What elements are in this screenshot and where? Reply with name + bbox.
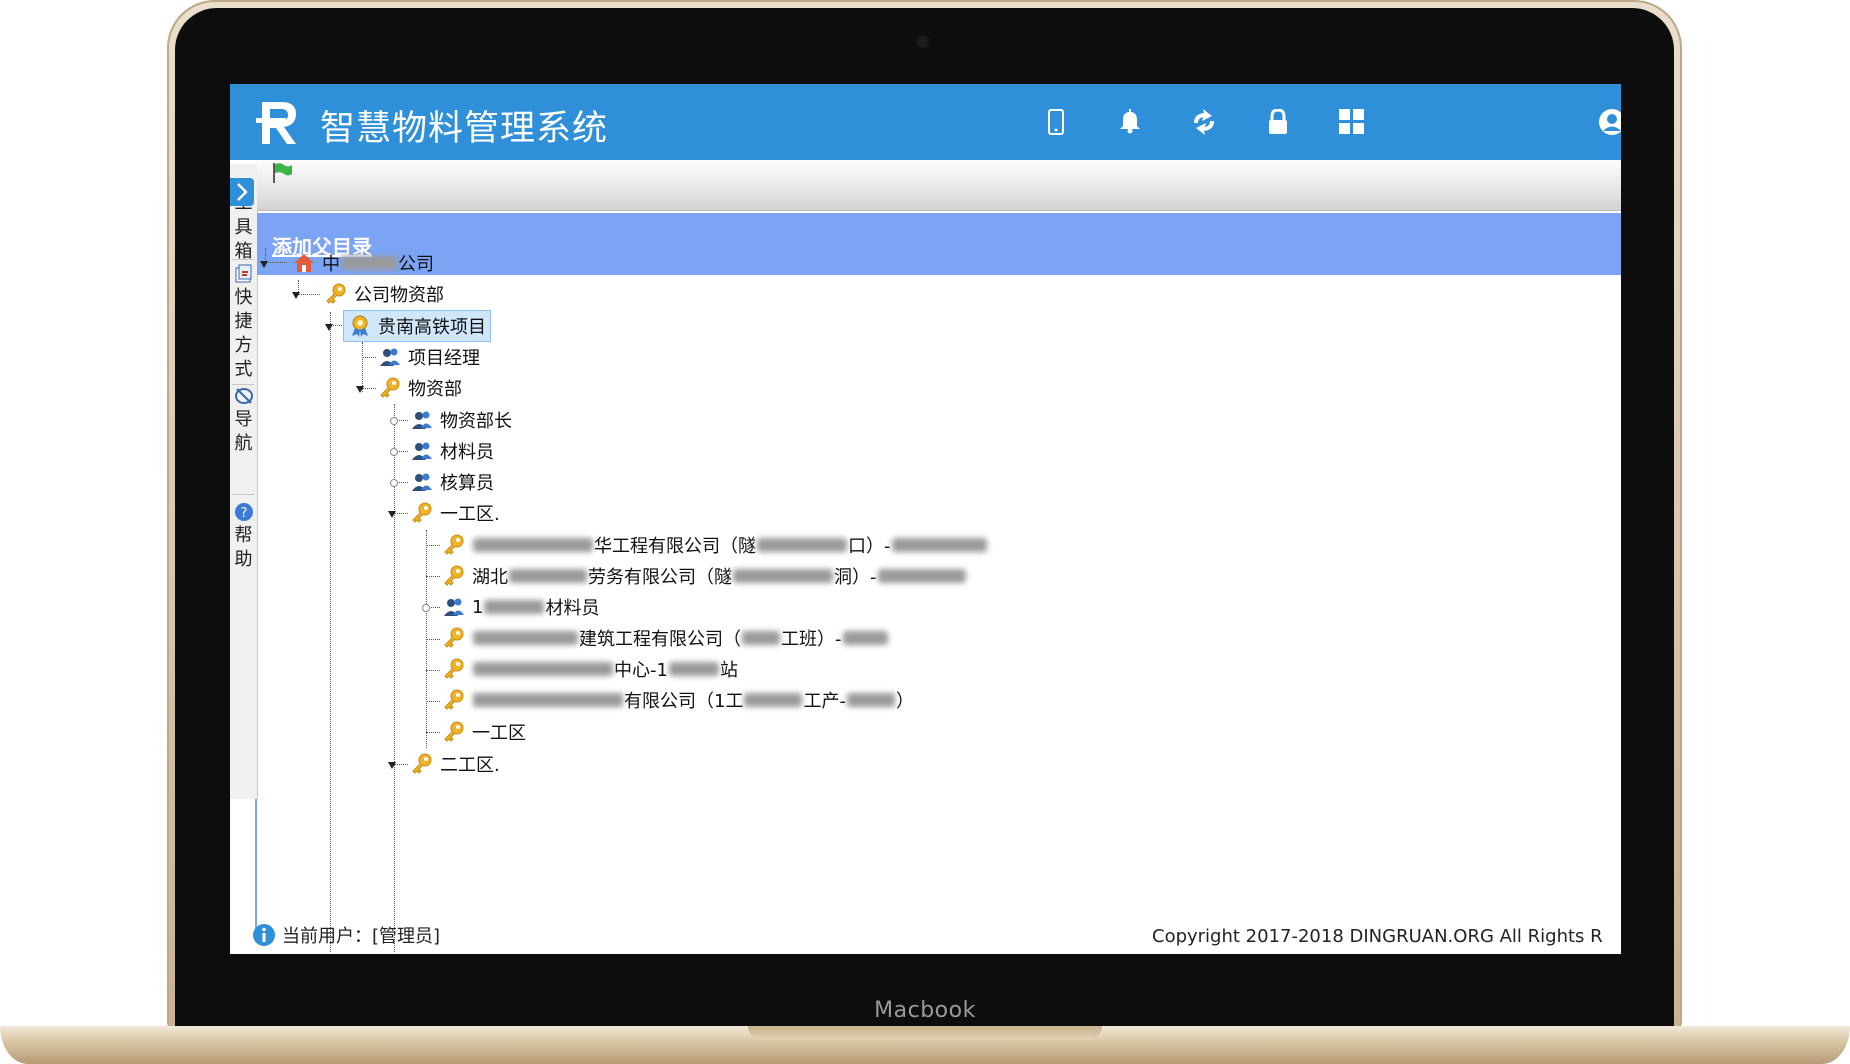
home-icon: [294, 254, 314, 272]
expand-toggle[interactable]: [325, 324, 333, 331]
tree-node-subcontractor[interactable]: 建筑工程有限公司（ 工班）-: [442, 622, 889, 654]
key-icon: [444, 627, 464, 648]
tree-node-root[interactable]: 中 公司: [292, 247, 434, 279]
camera-icon: [918, 37, 928, 47]
app-screen: 智慧物料管理系统 工具箱 快捷方式 导: [230, 84, 1621, 954]
sidebar-help-label[interactable]: 帮助: [230, 524, 257, 572]
key-icon: [444, 658, 464, 679]
app-title: 智慧物料管理系统: [320, 109, 609, 149]
key-icon: [380, 377, 400, 398]
sidebar-divider: [255, 799, 257, 934]
tree-node-project-manager[interactable]: 项目经理: [378, 341, 480, 373]
expand-toggle[interactable]: [388, 762, 396, 769]
navigation-icon[interactable]: [234, 386, 254, 406]
tree-node-subcontractor[interactable]: 湖北 劳务有限公司（隧 洞）-: [442, 560, 967, 592]
expand-toggle[interactable]: [260, 261, 268, 268]
key-icon: [444, 565, 464, 586]
tree-node-materials[interactable]: 物资部: [378, 372, 462, 404]
tree-node-zone-1[interactable]: 一工区.: [410, 497, 500, 529]
tree-node-project[interactable]: 贵南高铁项目: [343, 310, 491, 342]
award-icon: [352, 315, 368, 337]
key-icon: [444, 689, 464, 710]
tree-node-subcontractor[interactable]: 中心-1 站: [442, 653, 738, 685]
key-icon: [326, 283, 346, 304]
flag-icon[interactable]: [271, 162, 293, 184]
key-icon: [412, 502, 432, 523]
shortcut-icon[interactable]: [234, 264, 254, 284]
info-icon: [253, 924, 275, 946]
current-user-label: 当前用户：[管理员]: [282, 926, 441, 947]
tree-node-role[interactable]: 1 材料员: [442, 591, 599, 623]
user-icon[interactable]: [1596, 106, 1621, 138]
users-icon: [444, 598, 464, 616]
tree-node-role[interactable]: 核算员: [410, 466, 494, 498]
app-header: 智慧物料管理系统: [230, 84, 1621, 160]
tree-node-subcontractor[interactable]: 一工区: [442, 716, 526, 748]
help-icon[interactable]: ?: [234, 502, 254, 522]
laptop-notch: [748, 1026, 1102, 1040]
expand-toggle[interactable]: [356, 386, 364, 393]
sidebar-shortcut-label[interactable]: 快捷方式: [230, 286, 257, 382]
expand-toggle[interactable]: [388, 511, 396, 518]
tree-node-subcontractor[interactable]: 有限公司（1工 工产- ）: [442, 684, 914, 716]
action-banner: 添加父目录: [257, 213, 1621, 275]
key-icon: [444, 721, 464, 742]
key-icon: [444, 534, 464, 555]
users-icon: [412, 411, 432, 429]
tree-node-role[interactable]: 物资部长: [410, 404, 512, 436]
users-icon: [412, 442, 432, 460]
toolbar: [257, 160, 1621, 211]
key-icon: [412, 753, 432, 774]
users-icon: [380, 348, 400, 366]
copyright-text: Copyright 2017-2018 DINGRUAN.ORG All Rig…: [1152, 926, 1603, 947]
svg-text:?: ?: [241, 506, 248, 521]
tree-node-role[interactable]: 材料员: [410, 435, 494, 467]
grid-icon[interactable]: [1336, 106, 1368, 138]
sidebar-navigation-label[interactable]: 导航: [230, 408, 257, 456]
users-icon: [412, 473, 432, 491]
tree-node-zone-2[interactable]: 二工区.: [410, 748, 500, 780]
left-sidebar: 工具箱 快捷方式 导航 ? 帮助: [230, 164, 258, 799]
tree-node-subcontractor[interactable]: 华工程有限公司（隧 口）-: [442, 529, 988, 561]
device-label: Macbook: [874, 998, 976, 1023]
expand-toggle[interactable]: [292, 292, 300, 299]
sidebar-collapse-button[interactable]: [230, 178, 254, 206]
lock-icon[interactable]: [1262, 106, 1294, 138]
phone-icon[interactable]: [1040, 106, 1072, 138]
bell-icon[interactable]: [1114, 106, 1146, 138]
tree-node-dept[interactable]: 公司物资部: [324, 278, 444, 310]
logo-icon: [256, 102, 296, 144]
refresh-icon[interactable]: [1188, 106, 1220, 138]
current-user-status: 当前用户：[管理员]: [252, 922, 440, 948]
